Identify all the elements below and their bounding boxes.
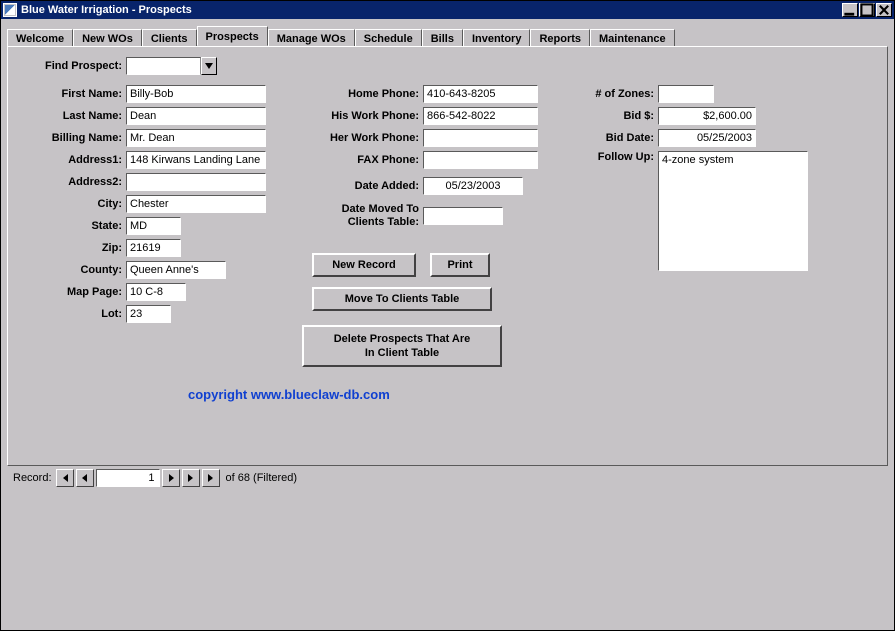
print-button[interactable]: Print — [430, 253, 490, 277]
address2-input[interactable] — [126, 173, 266, 191]
nav-last-button[interactable] — [182, 469, 200, 487]
city-input[interactable] — [126, 195, 266, 213]
county-input[interactable] — [126, 261, 226, 279]
label-num-zones: # of Zones: — [560, 88, 658, 100]
label-address2: Address2: — [16, 176, 126, 188]
label-her-work-phone: Her Work Phone: — [288, 132, 423, 144]
tab-bills[interactable]: Bills — [422, 29, 463, 47]
follow-up-textarea[interactable] — [658, 151, 808, 271]
label-lot: Lot: — [16, 308, 126, 320]
record-number-input[interactable] — [96, 469, 160, 487]
label-date-added: Date Added: — [288, 180, 423, 192]
label-first-name: First Name: — [16, 88, 126, 100]
label-find-prospect: Find Prospect: — [16, 60, 126, 72]
state-input[interactable] — [126, 217, 181, 235]
tab-welcome[interactable]: Welcome — [7, 29, 73, 47]
first-name-input[interactable] — [126, 85, 266, 103]
label-state: State: — [16, 220, 126, 232]
find-prospect-dropdown-arrow[interactable] — [201, 57, 217, 75]
billing-name-input[interactable] — [126, 129, 266, 147]
her-work-phone-input[interactable] — [423, 129, 538, 147]
move-to-clients-button[interactable]: Move To Clients Table — [312, 287, 492, 311]
fax-phone-input[interactable] — [423, 151, 538, 169]
label-city: City: — [16, 198, 126, 210]
svg-text:*: * — [210, 477, 213, 483]
home-phone-input[interactable] — [423, 85, 538, 103]
maximize-button[interactable] — [859, 3, 875, 17]
his-work-phone-input[interactable] — [423, 107, 538, 125]
record-navigator: Record: * of 68 (Filtered) — [13, 469, 297, 487]
minimize-button[interactable] — [842, 3, 858, 17]
label-map-page: Map Page: — [16, 286, 126, 298]
label-bid-amount: Bid $: — [560, 110, 658, 122]
prospects-panel: Find Prospect: First Name: Last Name: Bi… — [7, 46, 888, 466]
record-label: Record: — [13, 472, 52, 484]
tab-reports[interactable]: Reports — [530, 29, 590, 47]
date-moved-input[interactable] — [423, 207, 503, 225]
record-count-text: of 68 (Filtered) — [226, 472, 298, 484]
zip-input[interactable] — [126, 239, 181, 257]
tab-schedule[interactable]: Schedule — [355, 29, 422, 47]
map-page-input[interactable] — [126, 283, 186, 301]
delete-in-client-button[interactable]: Delete Prospects That Are In Client Tabl… — [302, 325, 502, 367]
find-prospect-input[interactable] — [126, 57, 201, 75]
label-bid-date: Bid Date: — [560, 132, 658, 144]
close-button[interactable] — [876, 3, 892, 17]
app-window: Blue Water Irrigation - Prospects Welcom… — [0, 0, 895, 631]
label-last-name: Last Name: — [16, 110, 126, 122]
tab-clients[interactable]: Clients — [142, 29, 197, 47]
label-his-work-phone: His Work Phone: — [288, 110, 423, 122]
bid-date-input[interactable] — [658, 129, 756, 147]
label-county: County: — [16, 264, 126, 276]
tab-new-wos[interactable]: New WOs — [73, 29, 142, 47]
date-added-input[interactable] — [423, 177, 523, 195]
label-follow-up: Follow Up: — [560, 151, 658, 163]
window-title: Blue Water Irrigation - Prospects — [21, 4, 842, 16]
find-prospect-combo[interactable] — [126, 57, 217, 75]
tab-strip: Welcome New WOs Clients Prospects Manage… — [1, 25, 894, 46]
nav-next-button[interactable] — [162, 469, 180, 487]
tab-inventory[interactable]: Inventory — [463, 29, 531, 47]
label-address1: Address1: — [16, 154, 126, 166]
tab-manage-wos[interactable]: Manage WOs — [268, 29, 355, 47]
copyright-text: copyright www.blueclaw-db.com — [188, 387, 390, 402]
label-zip: Zip: — [16, 242, 126, 254]
label-date-moved: Date Moved To Clients Table: — [288, 201, 423, 229]
new-record-button[interactable]: New Record — [312, 253, 416, 277]
client-area: Welcome New WOs Clients Prospects Manage… — [1, 19, 894, 630]
address1-input[interactable] — [126, 151, 266, 169]
titlebar: Blue Water Irrigation - Prospects — [1, 1, 894, 19]
tab-maintenance[interactable]: Maintenance — [590, 29, 675, 47]
nav-prev-button[interactable] — [76, 469, 94, 487]
num-zones-input[interactable] — [658, 85, 714, 103]
last-name-input[interactable] — [126, 107, 266, 125]
bid-amount-input[interactable] — [658, 107, 756, 125]
lot-input[interactable] — [126, 305, 171, 323]
nav-new-button[interactable]: * — [202, 469, 220, 487]
label-home-phone: Home Phone: — [288, 88, 423, 100]
label-fax-phone: FAX Phone: — [288, 154, 423, 166]
tab-prospects[interactable]: Prospects — [197, 26, 268, 46]
label-billing-name: Billing Name: — [16, 132, 126, 144]
app-icon — [3, 3, 17, 17]
nav-first-button[interactable] — [56, 469, 74, 487]
